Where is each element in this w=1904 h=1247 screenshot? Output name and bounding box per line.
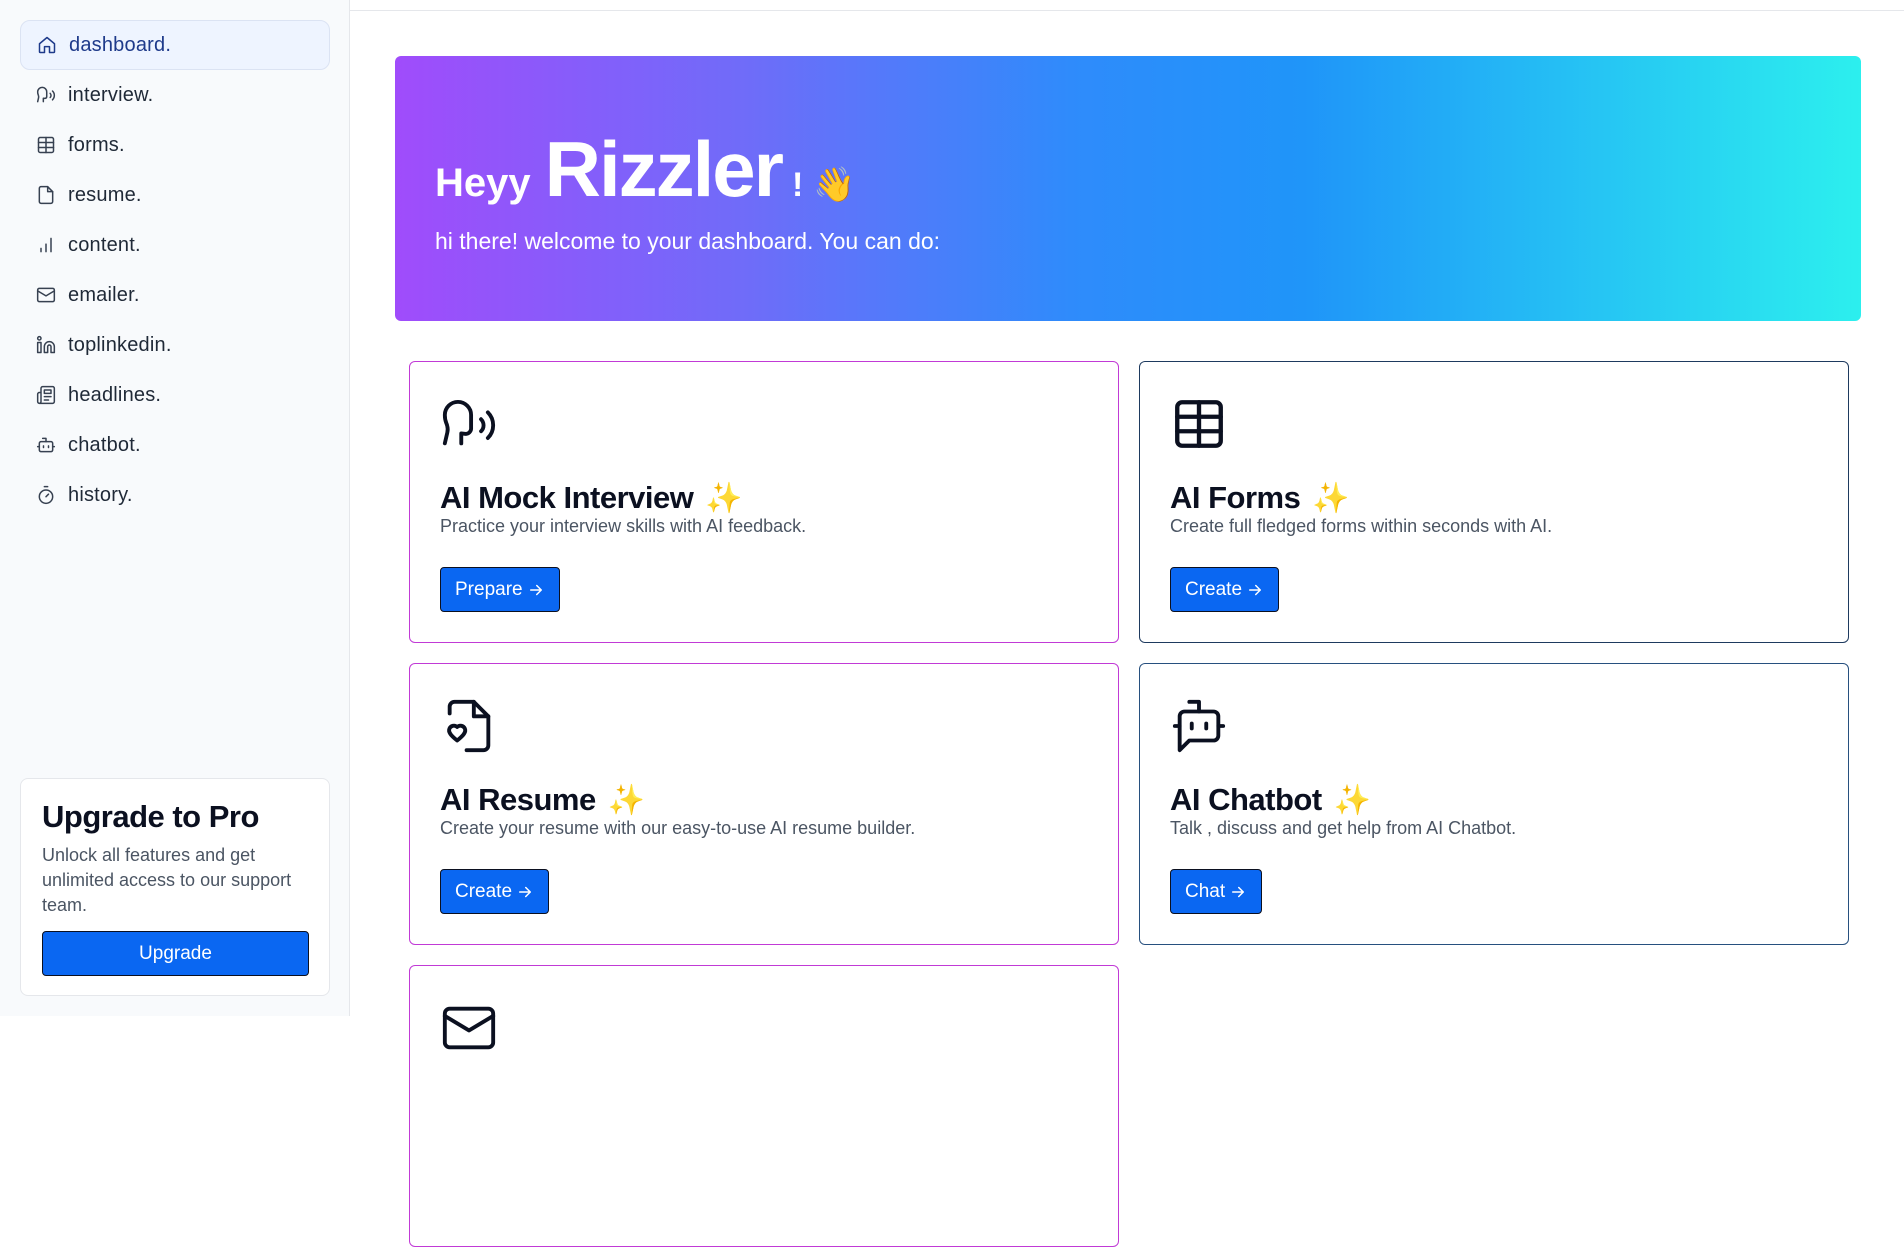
welcome-banner: Heyy Rizzler ! 👋 hi there! welcome to yo…: [395, 56, 1861, 321]
sidebar-item-label: dashboard.: [69, 33, 172, 56]
create-forms-button[interactable]: Create: [1170, 567, 1280, 612]
bot-icon: [36, 437, 56, 453]
bar-chart-icon: [40, 237, 52, 253]
speech-icon: [36, 86, 56, 103]
bot-message-icon: [1170, 697, 1228, 755]
prepare-button[interactable]: Prepare: [440, 567, 560, 612]
arrow-right-icon: [529, 584, 542, 595]
mail-icon: [36, 287, 56, 303]
sidebar-item-chatbot[interactable]: chatbot.: [20, 420, 330, 470]
newspaper-icon: [36, 385, 56, 405]
sidebar-item-label: forms.: [68, 133, 125, 156]
sparkle-icon: ✨: [1333, 783, 1371, 817]
button-label: Create: [1185, 578, 1243, 600]
feature-card-chatbot: AI Chatbot ✨ Talk , discuss and get help…: [1139, 663, 1849, 945]
card-title-text: AI Resume: [440, 782, 596, 817]
sidebar-item-label: chatbot.: [68, 433, 141, 456]
card-description: Create full fledged forms within seconds…: [1170, 516, 1553, 536]
button-label: Chat: [1185, 880, 1226, 902]
sidebar-item-label: content.: [68, 233, 141, 256]
sidebar-nav: dashboard. interview. forms. resume. con…: [20, 20, 330, 520]
home-icon: [38, 36, 56, 54]
sidebar-item-history[interactable]: history.: [20, 470, 330, 520]
card-description: Talk , discuss and get help from AI Chat…: [1170, 818, 1517, 838]
card-title: AI Chatbot ✨: [1170, 782, 1371, 818]
sidebar-item-label: interview.: [68, 83, 154, 106]
sidebar-item-label: emailer.: [68, 283, 140, 306]
card-title: AI Resume ✨: [440, 782, 645, 818]
sparkle-icon: ✨: [1312, 481, 1350, 515]
sidebar-item-resume[interactable]: resume.: [20, 170, 330, 220]
upgrade-card: Upgrade to Pro Unlock all features and g…: [20, 778, 330, 996]
sidebar-item-emailer[interactable]: emailer.: [20, 270, 330, 320]
timer-icon: [38, 485, 54, 505]
card-title-text: AI Chatbot: [1170, 782, 1322, 817]
feature-card-mock-interview: AI Mock Interview ✨ Practice your interv…: [409, 361, 1119, 643]
upgrade-description: Unlock all features and get unlimited ac…: [42, 845, 292, 915]
speech-icon: [440, 395, 498, 453]
card-title-text: AI Mock Interview: [440, 480, 694, 515]
card-title: AI Mock Interview ✨: [440, 480, 743, 516]
wave-icon: 👋: [813, 166, 856, 204]
sidebar-item-forms[interactable]: forms.: [20, 120, 330, 170]
greeting-word: Heyy: [435, 161, 531, 205]
sparkle-icon: ✨: [607, 783, 645, 817]
chat-button[interactable]: Chat: [1170, 869, 1263, 914]
arrow-right-icon: [1249, 584, 1262, 595]
upgrade-title: Upgrade to Pro: [42, 799, 259, 834]
greeting-exclamation: !: [792, 166, 804, 204]
file-icon: [38, 185, 54, 205]
button-label: Prepare: [455, 578, 523, 600]
sidebar-item-label: history.: [68, 483, 133, 506]
sidebar: dashboard. interview. forms. resume. con…: [0, 0, 350, 1016]
card-description: Create your resume with our easy-to-use …: [440, 818, 916, 838]
feature-card-forms: AI Forms ✨ Create full fledged forms wit…: [1139, 361, 1849, 643]
header-divider: [350, 10, 1904, 11]
greeting-line: Heyy Rizzler ! 👋: [435, 124, 856, 215]
feature-card-resume: AI Resume ✨ Create your resume with our …: [409, 663, 1119, 945]
table-icon: [37, 136, 55, 154]
arrow-right-icon: [1232, 886, 1245, 897]
table-icon: [1170, 395, 1228, 453]
sidebar-item-interview[interactable]: interview.: [20, 70, 330, 120]
card-title-text: AI Forms: [1170, 480, 1301, 515]
sidebar-item-toplinkedin[interactable]: toplinkedin.: [20, 320, 330, 370]
file-heart-icon: [440, 697, 498, 755]
arrow-right-icon: [519, 886, 532, 897]
button-label: Create: [455, 880, 513, 902]
sparkle-icon: ✨: [705, 481, 743, 515]
user-name: Rizzler: [544, 125, 784, 213]
feature-card-emailer: [409, 965, 1119, 1247]
linkedin-icon: [36, 335, 56, 354]
upgrade-button[interactable]: Upgrade: [42, 931, 309, 976]
sidebar-item-label: toplinkedin.: [68, 333, 172, 356]
sidebar-item-label: resume.: [68, 183, 142, 206]
sidebar-item-label: headlines.: [68, 383, 162, 406]
sidebar-item-headlines[interactable]: headlines.: [20, 370, 330, 420]
sidebar-item-content[interactable]: content.: [20, 220, 330, 270]
welcome-subtitle: hi there! welcome to your dashboard. You…: [435, 228, 941, 254]
card-title: AI Forms ✨: [1170, 480, 1350, 516]
create-resume-button[interactable]: Create: [440, 869, 550, 914]
card-description: Practice your interview skills with AI f…: [440, 516, 807, 536]
sidebar-item-dashboard[interactable]: dashboard.: [20, 20, 330, 70]
mail-icon: [440, 999, 498, 1057]
